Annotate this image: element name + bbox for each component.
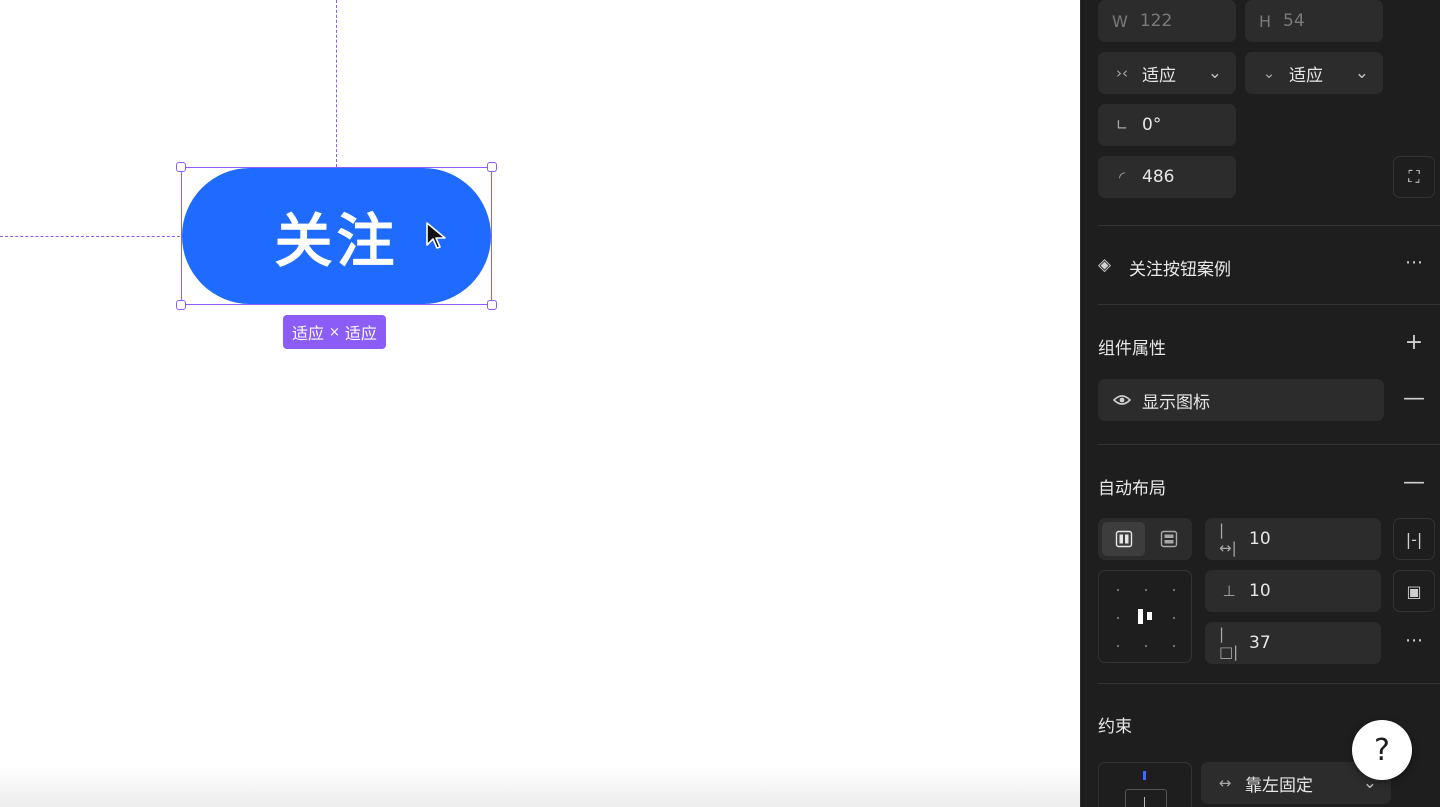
- horizontal-padding-icon: |□|: [1219, 625, 1239, 661]
- property-show-icon-label: 显示图标: [1142, 392, 1210, 413]
- vertical-hug-icon: ⌄: [1262, 64, 1276, 82]
- help-button[interactable]: ?: [1352, 720, 1412, 780]
- vertical-padding-icon: ⊥: [1222, 582, 1236, 600]
- corner-radius-value: 486: [1142, 167, 1175, 187]
- auto-layout-title: 自动布局: [1098, 479, 1166, 499]
- resize-handle-bottom-left[interactable]: [176, 300, 186, 310]
- resize-handle-bottom-right[interactable]: [487, 300, 497, 310]
- vertical-resizing-select[interactable]: ⌄ 适应 ⌄: [1245, 52, 1383, 94]
- horizontal-resizing-select[interactable]: ›‹ 适应 ⌄: [1098, 52, 1236, 94]
- question-mark-icon: ?: [1374, 732, 1390, 768]
- vertical-padding-value: 10: [1249, 581, 1271, 601]
- component-name: 关注按钮案例: [1129, 260, 1231, 280]
- horizontal-guide-line: [0, 236, 180, 237]
- divider: [1098, 683, 1440, 684]
- independent-corners-button[interactable]: ⛶: [1393, 156, 1435, 198]
- layout-direction-toggle: [1098, 518, 1192, 560]
- resize-handle-top-right[interactable]: [487, 162, 497, 172]
- corner-radius-field[interactable]: ◜ 486: [1098, 156, 1236, 198]
- component-diamond-icon: ◈: [1098, 255, 1112, 275]
- component-properties-title: 组件属性: [1098, 339, 1166, 359]
- horizontal-gap-icon: |↔|: [1219, 521, 1237, 557]
- vertical-layout-icon[interactable]: [1149, 522, 1189, 556]
- eye-icon: [1112, 394, 1132, 406]
- chevron-down-icon: ⌄: [1207, 63, 1222, 83]
- alignment-grid[interactable]: [1098, 570, 1192, 663]
- mouse-cursor-icon: [426, 222, 446, 249]
- center-alignment-icon: [1138, 609, 1152, 624]
- more-options-icon[interactable]: ⋯: [1403, 252, 1425, 273]
- horizontal-padding-field[interactable]: |□| 37: [1205, 622, 1381, 664]
- horizontal-arrows-icon: ↔: [1218, 774, 1232, 792]
- divider: [1098, 304, 1440, 305]
- corners-expand-icon: ⛶: [1408, 167, 1420, 186]
- width-field[interactable]: W 122: [1098, 0, 1236, 42]
- horizontal-padding-value: 37: [1249, 633, 1271, 653]
- width-value: 122: [1139, 11, 1173, 31]
- rotation-value: 0°: [1142, 115, 1162, 135]
- properties-panel: W 122 H 54 ›‹ 适应 ⌄ ⌄ 适应 ⌄ ∟ 0° ◜ 486 ⛶ ◈…: [1080, 0, 1440, 807]
- height-value: 54: [1283, 11, 1305, 31]
- property-show-icon[interactable]: 显示图标: [1098, 379, 1384, 421]
- horizontal-constraint-value: 靠左固定: [1245, 775, 1313, 796]
- divider: [1098, 225, 1440, 226]
- design-canvas[interactable]: 关注 适应 × 适应: [0, 0, 1080, 807]
- remove-property-button[interactable]: —: [1403, 386, 1425, 411]
- horizontal-gap-value: 10: [1249, 529, 1271, 549]
- rotation-angle-icon: ∟: [1115, 116, 1129, 134]
- rotation-field[interactable]: ∟ 0°: [1098, 104, 1236, 146]
- horizontal-gap-field[interactable]: |↔| 10: [1205, 518, 1381, 560]
- size-tag-separator: ×: [329, 324, 340, 340]
- resize-handle-top-left[interactable]: [176, 162, 186, 172]
- add-property-button[interactable]: +: [1403, 330, 1425, 355]
- height-field[interactable]: H 54: [1245, 0, 1383, 42]
- horizontal-resizing-value: 适应: [1142, 65, 1176, 86]
- size-tag: 适应 × 适应: [283, 315, 386, 349]
- padding-sides-icon: ▣: [1406, 581, 1422, 601]
- size-tag-height: 适应: [344, 324, 377, 343]
- vertical-guide-line: [336, 0, 337, 167]
- constraints-title: 约束: [1098, 717, 1132, 737]
- spacing-mode-icon: |-|: [1405, 529, 1423, 549]
- individual-padding-button[interactable]: ▣: [1393, 570, 1435, 612]
- height-label: H: [1259, 11, 1272, 31]
- corner-radius-icon: ◜: [1119, 168, 1125, 186]
- size-tag-width: 适应: [292, 324, 325, 343]
- vertical-padding-field[interactable]: ⊥ 10: [1205, 570, 1381, 612]
- chevron-down-icon: ⌄: [1354, 63, 1369, 83]
- horizontal-layout-icon[interactable]: [1102, 522, 1145, 556]
- remove-auto-layout-button[interactable]: —: [1403, 470, 1425, 495]
- width-label: W: [1112, 11, 1128, 31]
- divider: [1098, 444, 1440, 445]
- auto-layout-more-icon[interactable]: ⋯: [1403, 630, 1425, 651]
- vertical-resizing-value: 适应: [1289, 65, 1323, 86]
- constraint-diagram[interactable]: [1098, 762, 1192, 807]
- spacing-mode-button[interactable]: |-|: [1393, 518, 1435, 560]
- horizontal-hug-icon: ›‹: [1116, 64, 1128, 82]
